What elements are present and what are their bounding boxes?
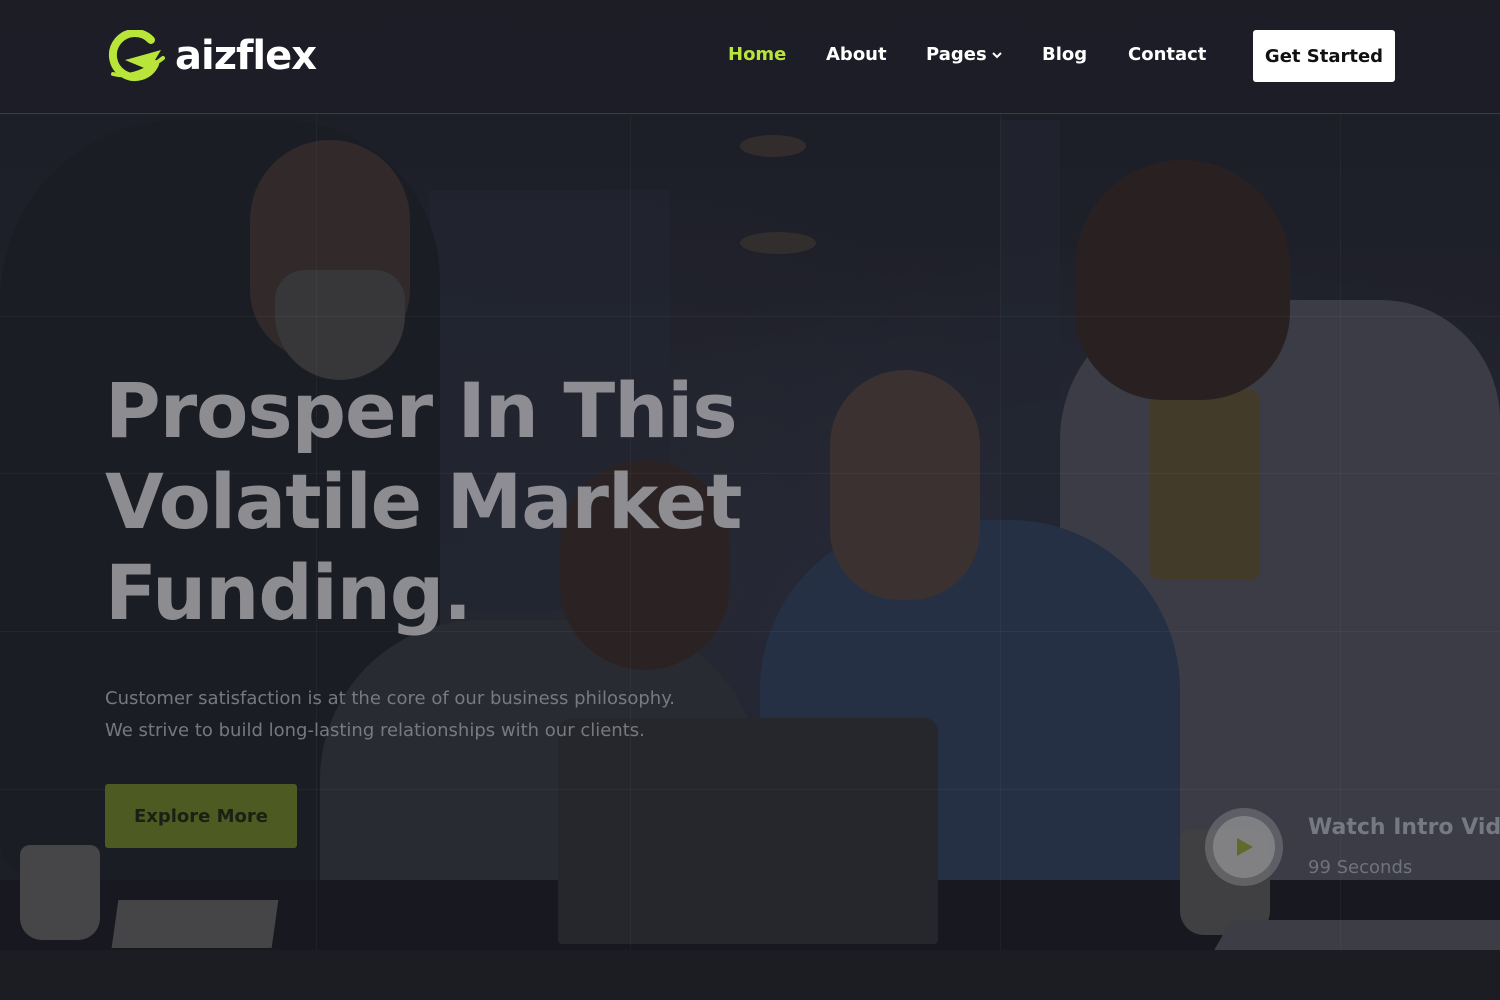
nav-item-home[interactable]: Home bbox=[728, 44, 786, 65]
nav-item-pages[interactable]: Pages bbox=[926, 44, 1003, 65]
nav-item-contact[interactable]: Contact bbox=[1128, 44, 1206, 65]
hero-title: Prosper In This Volatile Market Funding. bbox=[105, 365, 825, 638]
hero-section: Prosper In This Volatile Market Funding.… bbox=[0, 0, 1500, 950]
play-button-inner bbox=[1213, 816, 1275, 878]
hero-subtitle-line: Customer satisfaction is at the core of … bbox=[105, 688, 676, 709]
get-started-button[interactable]: Get Started bbox=[1253, 30, 1395, 82]
logo-icon bbox=[108, 30, 165, 81]
grid-line bbox=[1000, 113, 1001, 950]
page-bottom-strip bbox=[0, 950, 1500, 1000]
play-icon bbox=[1237, 838, 1253, 856]
hero-title-line: Funding. bbox=[105, 548, 472, 637]
chevron-down-icon bbox=[991, 52, 1002, 59]
brand-logo[interactable]: aizflex bbox=[105, 30, 317, 82]
video-duration: 99 Seconds bbox=[1308, 857, 1413, 878]
nav-item-pages-label: Pages bbox=[926, 44, 987, 65]
grid-line bbox=[0, 316, 1500, 317]
site-header: aizflex Home About Pages Blog Contact Ge… bbox=[0, 0, 1500, 114]
explore-more-button[interactable]: Explore More bbox=[105, 784, 297, 848]
nav-item-about[interactable]: About bbox=[826, 44, 887, 65]
hero-subtitle-line: We strive to build long-lasting relation… bbox=[105, 720, 645, 741]
hero-subtitle: Customer satisfaction is at the core of … bbox=[105, 683, 725, 747]
brand-name: aizflex bbox=[175, 33, 317, 79]
hero-title-line: Volatile Market bbox=[105, 457, 742, 546]
video-title[interactable]: Watch Intro Video bbox=[1308, 815, 1500, 840]
nav-item-blog[interactable]: Blog bbox=[1042, 44, 1087, 65]
play-video-button[interactable] bbox=[1205, 808, 1283, 886]
hero-title-line: Prosper In This bbox=[105, 366, 738, 455]
